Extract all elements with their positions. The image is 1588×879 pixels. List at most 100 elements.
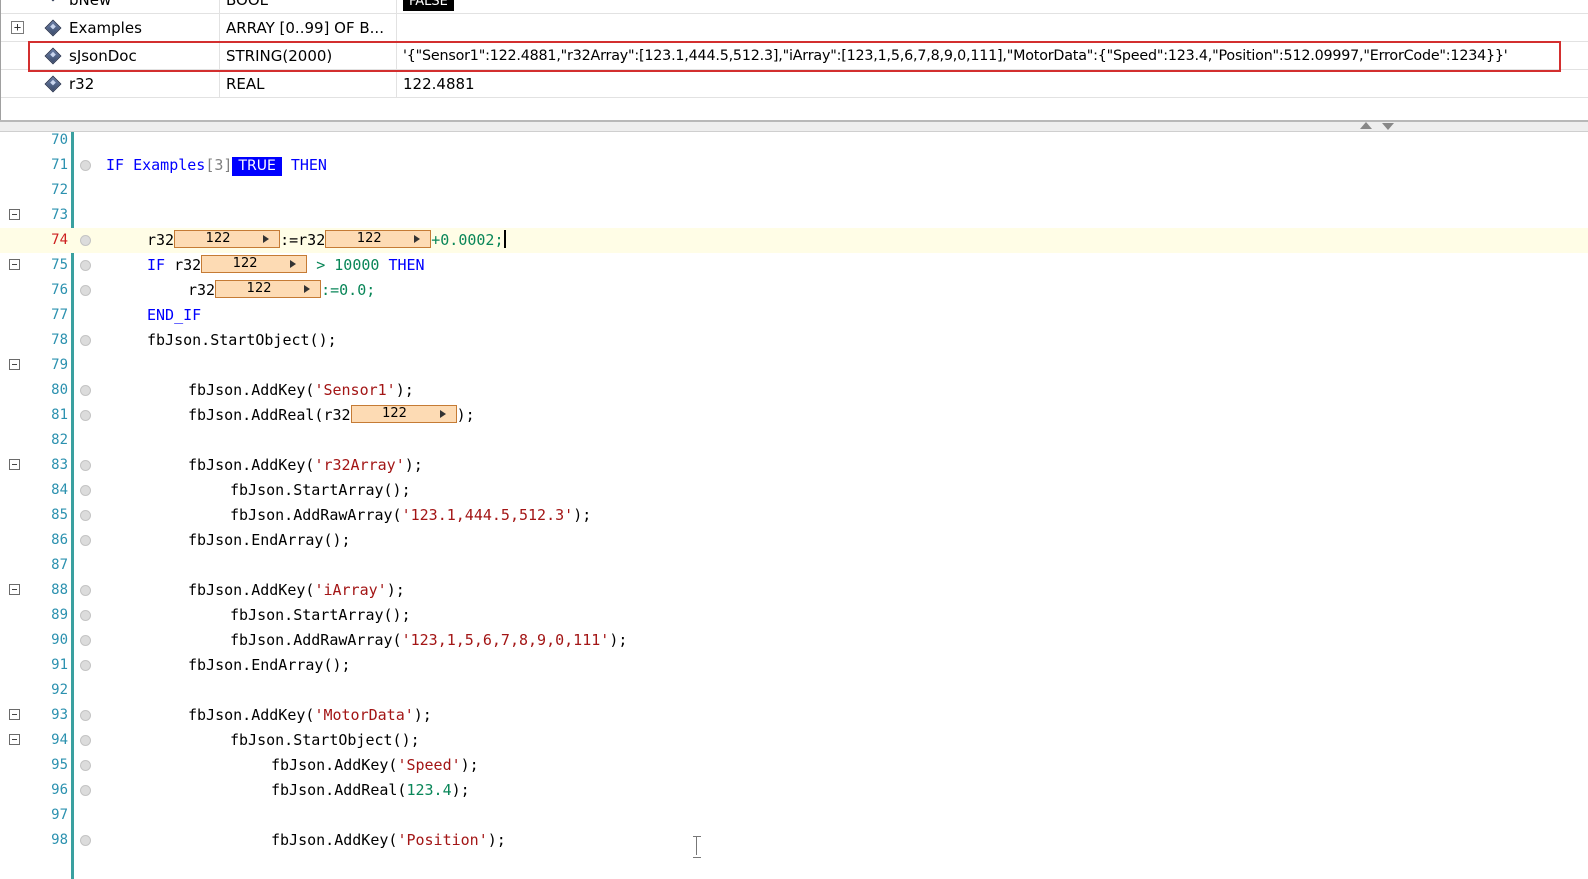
code-line[interactable]: 86 fbJson.EndArray(); — [0, 528, 1588, 553]
code-line[interactable]: 90 fbJson.AddRawArray('123,1,5,6,7,8,9,0… — [0, 628, 1588, 653]
code-token: fbJson.AddKey( — [188, 581, 315, 599]
code-line[interactable]: 76 r32 122:=0.0; — [0, 278, 1588, 303]
code-text: r32 122:=0.0; — [188, 278, 375, 303]
line-number: 95 — [51, 757, 68, 773]
collapse-down-icon[interactable] — [1382, 123, 1394, 130]
code-line[interactable]: 82 — [0, 428, 1588, 453]
ibeam-cursor-icon — [693, 835, 701, 858]
code-line[interactable]: 93 fbJson.AddKey('MotorData'); — [0, 703, 1588, 728]
code-line-current[interactable]: 74 r32 122:=r32 122 +0.0002; — [0, 228, 1588, 253]
code-token: ); — [404, 456, 423, 474]
breakpoint-icon[interactable] — [80, 285, 91, 296]
code-line[interactable]: 79 — [0, 353, 1588, 378]
code-line[interactable]: 88 fbJson.AddKey('iArray'); — [0, 578, 1588, 603]
fold-collapse-icon[interactable] — [9, 259, 20, 270]
breakpoint-icon[interactable] — [80, 410, 91, 421]
code-line[interactable]: 96 fbJson.AddReal(123.4); — [0, 778, 1588, 803]
breakpoint-icon[interactable] — [80, 660, 91, 671]
breakpoint-icon[interactable] — [80, 785, 91, 796]
fold-collapse-icon[interactable] — [9, 734, 20, 745]
line-number: 83 — [51, 457, 68, 473]
breakpoint-icon[interactable] — [80, 760, 91, 771]
expand-icon[interactable]: + — [11, 21, 24, 34]
code-line[interactable]: 71 IF Examples[3] TRUE THEN — [0, 153, 1588, 178]
watch-name: sJsonDoc — [69, 47, 137, 65]
monitor-value-box[interactable]: 122 — [215, 280, 322, 298]
watch-row-examples[interactable]: + Examples ARRAY [0..99] OF B... — [1, 14, 1588, 42]
code-line[interactable]: 73 — [0, 203, 1588, 228]
breakpoint-icon[interactable] — [80, 160, 91, 171]
breakpoint-icon[interactable] — [80, 335, 91, 346]
watch-type: ARRAY [0..99] OF B... — [219, 14, 393, 42]
code-line[interactable]: 75 IF r32 122 > 10000 THEN — [0, 253, 1588, 278]
code-line[interactable]: 94 fbJson.StartObject(); — [0, 728, 1588, 753]
code-line[interactable]: 84 fbJson.StartArray(); — [0, 478, 1588, 503]
watch-value[interactable]: FALSE — [396, 0, 1586, 14]
string-literal: 'Position' — [397, 831, 488, 849]
line-number: 80 — [51, 382, 68, 398]
monitor-value-box[interactable]: 122 — [201, 255, 308, 273]
watch-value[interactable]: 122.4881 — [396, 70, 1586, 98]
monitor-value-box[interactable]: 122 — [325, 230, 432, 248]
code-token: r32 — [147, 231, 175, 249]
code-line[interactable]: 81 fbJson.AddReal(r32 122); — [0, 403, 1588, 428]
breakpoint-icon[interactable] — [80, 635, 91, 646]
fold-collapse-icon[interactable] — [9, 584, 20, 595]
variable-icon — [44, 0, 62, 2]
monitor-value-box[interactable]: 122 — [174, 230, 281, 248]
code-line[interactable]: 97 — [0, 803, 1588, 828]
code-line[interactable]: 95 fbJson.AddKey('Speed'); — [0, 753, 1588, 778]
breakpoint-icon[interactable] — [80, 835, 91, 846]
code-line[interactable]: 91 fbJson.EndArray(); — [0, 653, 1588, 678]
code-line[interactable]: 70 — [0, 132, 1588, 153]
line-number: 96 — [51, 782, 68, 798]
fold-collapse-icon[interactable] — [9, 709, 20, 720]
breakpoint-icon[interactable] — [80, 260, 91, 271]
code-line[interactable]: 89 fbJson.StartArray(); — [0, 603, 1588, 628]
string-literal: 'Sensor1' — [314, 381, 396, 399]
code-token: ); — [573, 506, 592, 524]
watch-row-bnew[interactable]: bNew BOOL FALSE — [1, 0, 1588, 14]
fold-collapse-icon[interactable] — [9, 359, 20, 370]
monitor-value-box[interactable]: 122 — [350, 405, 457, 423]
code-line[interactable]: 83 fbJson.AddKey('r32Array'); — [0, 453, 1588, 478]
breakpoint-icon[interactable] — [80, 735, 91, 746]
code-line[interactable]: 78 fbJson.StartObject(); — [0, 328, 1588, 353]
breakpoint-icon[interactable] — [80, 610, 91, 621]
breakpoint-icon[interactable] — [80, 385, 91, 396]
panel-splitter[interactable] — [0, 120, 1588, 132]
code-line[interactable]: 87 — [0, 553, 1588, 578]
watch-value[interactable]: '{"Sensor1":122.4881,"r32Array":[123.1,4… — [396, 42, 1586, 70]
breakpoint-icon[interactable] — [80, 585, 91, 596]
line-number: 70 — [51, 132, 68, 148]
code-token: fbJson.AddRawArray( — [230, 506, 402, 524]
code-token: ); — [386, 581, 405, 599]
code-editor[interactable]: 70 71 IF Examples[3] TRUE THEN 72 73 74 r… — [0, 132, 1588, 879]
breakpoint-icon[interactable] — [80, 710, 91, 721]
breakpoint-icon[interactable] — [80, 235, 91, 246]
code-text: fbJson.AddKey('iArray'); — [188, 578, 405, 603]
breakpoint-icon[interactable] — [80, 535, 91, 546]
fold-collapse-icon[interactable] — [9, 459, 20, 470]
line-number: 79 — [51, 357, 68, 373]
code-line[interactable]: 85 fbJson.AddRawArray('123.1,444.5,512.3… — [0, 503, 1588, 528]
breakpoint-icon[interactable] — [80, 485, 91, 496]
watch-row-r32[interactable]: r32 REAL 122.4881 — [1, 70, 1588, 98]
collapse-up-icon[interactable] — [1360, 122, 1372, 129]
breakpoint-icon[interactable] — [80, 460, 91, 471]
line-number: 82 — [51, 432, 68, 448]
code-text: fbJson.StartObject(); — [147, 331, 337, 349]
code-line[interactable]: 72 — [0, 178, 1588, 203]
watch-row-sjsondoc[interactable]: sJsonDoc STRING(2000) '{"Sensor1":122.48… — [1, 42, 1588, 70]
true-badge: TRUE — [232, 157, 282, 176]
code-line[interactable]: 77 END_IF — [0, 303, 1588, 328]
watch-value[interactable] — [396, 14, 1586, 42]
string-literal: '123,1,5,6,7,8,9,0,111' — [401, 631, 610, 649]
code-line[interactable]: 80 fbJson.AddKey('Sensor1'); — [0, 378, 1588, 403]
code-line[interactable]: 92 — [0, 678, 1588, 703]
breakpoint-icon[interactable] — [80, 510, 91, 521]
play-arrow-icon — [439, 410, 446, 418]
code-token: fbJson.AddReal( — [271, 781, 407, 799]
fold-collapse-icon[interactable] — [9, 209, 20, 220]
code-line[interactable]: 98 fbJson.AddKey('Position'); — [0, 828, 1588, 853]
